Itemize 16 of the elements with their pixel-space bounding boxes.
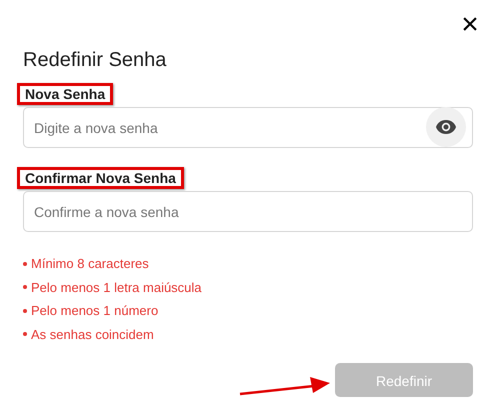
bullet-icon (23, 285, 27, 290)
show-password-button[interactable] (426, 107, 466, 147)
requirement-text: Pelo menos 1 número (31, 302, 158, 320)
bullet-icon (23, 262, 27, 266)
bullet-icon (23, 332, 27, 336)
bullet-icon (23, 308, 27, 313)
dialog-title: Redefinir Senha (23, 48, 166, 73)
password-field[interactable]: Confirme a nova senha (23, 191, 473, 232)
requirement-text: Mínimo 8 caracteres (31, 255, 149, 273)
requirement-text: As senhas coincidem (31, 326, 154, 344)
eye-icon (435, 119, 457, 135)
password-field[interactable]: Digite a nova senha (23, 107, 473, 148)
requirement-text: Pelo menos 1 letra maiúscula (31, 278, 202, 296)
field-label: Nova Senha (17, 83, 114, 105)
close-button[interactable]: × (458, 10, 482, 40)
field-label: Confirmar Nova Senha (17, 167, 184, 189)
